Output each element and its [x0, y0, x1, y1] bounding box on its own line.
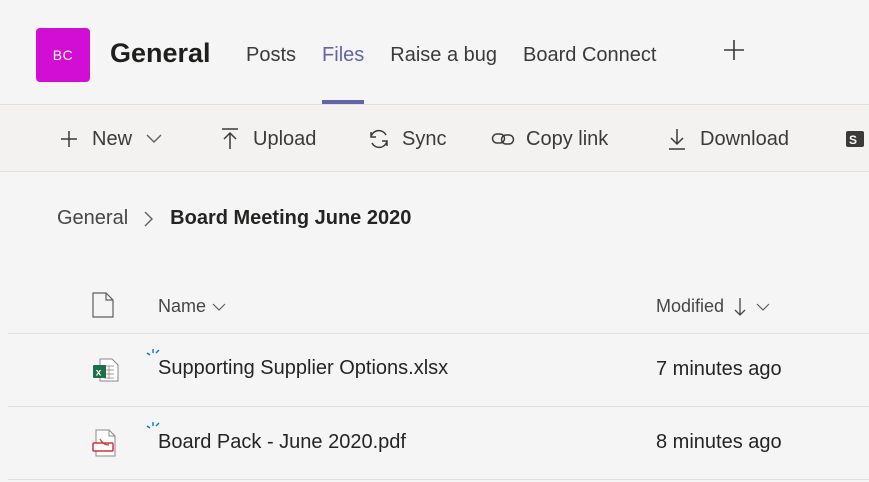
sync-label: Sync [402, 127, 447, 150]
add-tab-button[interactable] [722, 38, 746, 68]
upload-icon [218, 128, 242, 150]
file-modified: 8 minutes ago [656, 431, 782, 453]
team-initials: BC [52, 47, 74, 63]
chevron-down-icon [146, 134, 162, 144]
name-column-header[interactable]: Name [158, 296, 226, 317]
pdf-icon [92, 428, 120, 463]
sharepoint-button[interactable]: S [845, 106, 865, 172]
tab-posts[interactable]: Posts [246, 44, 296, 104]
file-type-header-icon[interactable] [92, 292, 114, 323]
tab-board-connect[interactable]: Board Connect [523, 44, 656, 104]
copy-link-button[interactable]: Copy link [491, 106, 608, 172]
file-modified: 7 minutes ago [656, 358, 782, 380]
sync-button[interactable]: Sync [367, 106, 446, 172]
chevron-down-icon [756, 303, 770, 311]
new-label: New [92, 127, 133, 150]
upload-label: Upload [253, 127, 317, 150]
channel-tabs: Posts Files Raise a bug Board Connect [246, 44, 682, 104]
breadcrumb: General Board Meeting June 2020 [57, 207, 411, 230]
file-list: Name Modified x Supporting Supplier Opti… [8, 270, 869, 480]
sync-icon [367, 128, 391, 150]
upload-button[interactable]: Upload [218, 106, 316, 172]
tab-raise-a-bug[interactable]: Raise a bug [390, 44, 497, 104]
svg-text:S: S [849, 133, 857, 147]
team-avatar[interactable]: BC [36, 28, 90, 82]
sharepoint-icon: S [845, 129, 865, 149]
plus-icon [57, 129, 81, 149]
channel-header: BC General Posts Files Raise a bug Board… [0, 0, 869, 105]
chevron-down-icon [212, 303, 226, 311]
modified-column-label: Modified [656, 296, 725, 316]
files-toolbar: New Upload Sync Copy link Download S [0, 106, 869, 172]
excel-icon: x [92, 356, 120, 389]
file-row[interactable]: x Supporting Supplier Options.xlsx 7 min… [8, 334, 869, 407]
file-row[interactable]: Board Pack - June 2020.pdf 8 minutes ago [8, 407, 869, 480]
channel-title: General [110, 38, 211, 68]
name-column-label: Name [158, 296, 207, 316]
sort-descending-icon [734, 297, 746, 317]
download-button[interactable]: Download [665, 106, 789, 172]
download-label: Download [700, 127, 789, 150]
file-list-header: Name Modified [8, 270, 869, 334]
svg-text:x: x [96, 368, 102, 379]
file-name[interactable]: Supporting Supplier Options.xlsx [158, 357, 448, 380]
plus-icon [724, 40, 744, 60]
copy-link-label: Copy link [526, 127, 609, 150]
download-icon [665, 128, 689, 150]
breadcrumb-root[interactable]: General [57, 207, 128, 230]
tab-files[interactable]: Files [322, 44, 365, 104]
new-button[interactable]: New [57, 106, 162, 172]
modified-column-header[interactable]: Modified [656, 296, 770, 317]
breadcrumb-current: Board Meeting June 2020 [170, 207, 412, 229]
link-icon [491, 131, 515, 147]
chevron-right-icon [144, 211, 154, 227]
file-name[interactable]: Board Pack - June 2020.pdf [158, 431, 406, 454]
